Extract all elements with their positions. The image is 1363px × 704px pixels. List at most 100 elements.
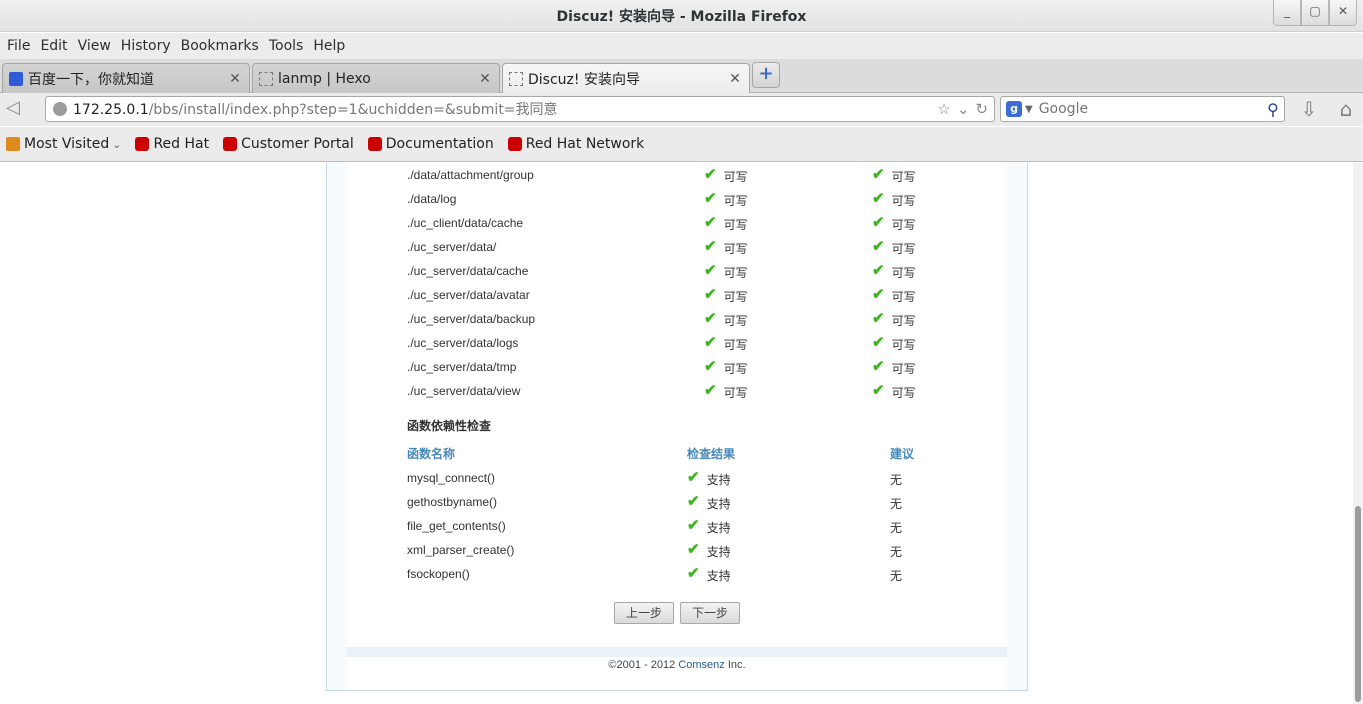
menu-edit[interactable]: Edit [35, 38, 72, 54]
check-icon: ✔ [704, 189, 717, 207]
search-icon[interactable]: ⚲ [1262, 100, 1284, 119]
function-result: ✔ 支持 [687, 516, 731, 536]
dir-row: ./data/attachment/group ✔ 可写 ✔ 可写 [407, 164, 967, 188]
google-icon[interactable]: g [1006, 101, 1022, 117]
function-advice: 无 [890, 569, 903, 583]
maximize-button[interactable]: ▢ [1301, 0, 1329, 26]
url-text[interactable]: 172.25.0.1/bbs/install/index.php?step=1&… [73, 99, 937, 119]
function-name: gethostbyname() [407, 495, 498, 509]
new-tab-button[interactable]: + [752, 62, 780, 88]
install-panel: ./data/attachment/group ✔ 可写 ✔ 可写 ./data/l… [326, 163, 1028, 691]
redhat-icon [223, 137, 238, 151]
dir-row: ./uc_server/data/cache ✔ 可写 ✔ 可写 [407, 260, 967, 284]
search-input[interactable] [1038, 101, 1262, 117]
check-icon: ✔ [687, 492, 700, 510]
url-host: 172.25.0.1 [73, 102, 149, 118]
bookmark-label: Customer Portal [241, 136, 354, 152]
dir-status-required: ✔ 可写 [872, 309, 916, 329]
check-icon: ✔ [687, 564, 700, 582]
back-arrow-icon[interactable]: ◁ [6, 98, 32, 120]
dir-path: ./uc_server/data/avatar [407, 288, 530, 302]
function-advice: 无 [890, 545, 903, 559]
close-tab-icon[interactable]: ✕ [477, 71, 493, 87]
blank-page-icon [509, 72, 523, 86]
tab-hexo[interactable]: lanmp | Hexo ✕ [252, 63, 500, 93]
function-result: ✔ 支持 [687, 564, 731, 584]
vertical-scrollbar[interactable] [1353, 163, 1363, 704]
reload-icon[interactable]: ↻ [975, 100, 988, 118]
window-controls: _ ▢ ✕ [1273, 0, 1357, 26]
url-path: /bbs/install/index.php?step=1&uchidden=&… [148, 102, 558, 118]
tab-bar: 百度一下，你就知道 ✕ lanmp | Hexo ✕ Discuz! 安装向导 … [0, 59, 1363, 94]
chevron-down-icon[interactable]: ⌄ [957, 100, 970, 118]
dir-status-required: ✔ 可写 [872, 333, 916, 353]
dir-status-current: ✔ 可写 [704, 357, 748, 377]
dir-status-required: ✔ 可写 [872, 261, 916, 281]
minimize-button[interactable]: _ [1273, 0, 1301, 26]
globe-icon [53, 102, 67, 116]
function-result: ✔ 支持 [687, 492, 731, 512]
dir-row: ./uc_server/data/backup ✔ 可写 ✔ 可写 [407, 308, 967, 332]
dir-path: ./uc_server/data/cache [407, 264, 529, 278]
check-icon: ✔ [872, 309, 885, 327]
bookmark-customer-portal[interactable]: Customer Portal [223, 136, 354, 152]
folder-icon [6, 137, 20, 151]
redhat-icon [367, 137, 382, 151]
check-icon: ✔ [872, 285, 885, 303]
bookmark-star-icon[interactable]: ☆ [937, 100, 950, 118]
bookmark-red-hat[interactable]: Red Hat [135, 136, 209, 152]
dir-row: ./uc_server/data/view ✔ 可写 ✔ 可写 [407, 380, 967, 404]
menu-tools[interactable]: Tools [264, 38, 309, 54]
check-icon: ✔ [687, 516, 700, 534]
redhat-icon [135, 137, 150, 151]
prev-step-button[interactable]: 上一步 [614, 602, 674, 624]
url-bar[interactable]: 172.25.0.1/bbs/install/index.php?step=1&… [45, 96, 995, 122]
menu-view[interactable]: View [73, 38, 116, 54]
bookmark-documentation[interactable]: Documentation [367, 136, 494, 152]
check-icon: ✔ [872, 213, 885, 231]
scrollbar-thumb[interactable] [1355, 506, 1361, 702]
dir-path: ./uc_server/data/backup [407, 312, 536, 326]
redhat-icon [507, 137, 522, 151]
menu-history[interactable]: History [116, 38, 176, 54]
tab-label: 百度一下，你就知道 [28, 71, 154, 88]
bookmark-most-visited[interactable]: Most Visited ⌄ [6, 136, 121, 152]
bookmark-label: Documentation [385, 136, 494, 152]
bookmark-red-hat-network[interactable]: Red Hat Network [507, 136, 644, 152]
dir-status-required: ✔ 可写 [872, 357, 916, 377]
dir-status-current: ✔ 可写 [704, 165, 748, 185]
menu-file[interactable]: File [2, 38, 35, 54]
check-icon: ✔ [704, 165, 717, 183]
download-icon[interactable]: ⇩ [1296, 97, 1322, 121]
chevron-down-icon[interactable]: ▼ [1025, 104, 1033, 115]
check-result-header: 检查结果 [687, 447, 736, 461]
check-icon: ✔ [704, 213, 717, 231]
comsenz-link[interactable]: Comsenz [678, 659, 724, 671]
navigation-bar: ◁ 172.25.0.1/bbs/install/index.php?step=… [0, 93, 1363, 126]
home-icon[interactable]: ⌂ [1333, 97, 1359, 121]
check-icon: ✔ [704, 381, 717, 399]
dir-status-current: ✔ 可写 [704, 189, 748, 209]
dir-path: ./data/attachment/group [407, 168, 534, 182]
chevron-down-icon: ⌄ [112, 137, 122, 151]
tab-discuz[interactable]: Discuz! 安装向导 ✕ [502, 63, 750, 94]
next-step-button[interactable]: 下一步 [680, 602, 740, 624]
advice-header: 建议 [890, 447, 915, 461]
menu-bar: File Edit View History Bookmarks Tools H… [0, 33, 1363, 59]
copyright-text: ©2001 - 2012 [608, 659, 676, 671]
function-row: xml_parser_create() ✔ 支持 无 [407, 539, 967, 563]
close-tab-icon[interactable]: ✕ [227, 71, 243, 87]
menu-bookmarks[interactable]: Bookmarks [176, 38, 264, 54]
menu-help[interactable]: Help [308, 38, 350, 54]
function-result: ✔ 支持 [687, 468, 731, 488]
function-row: gethostbyname() ✔ 支持 无 [407, 491, 967, 515]
search-bar[interactable]: g ▼ ⚲ [1000, 96, 1285, 122]
page-viewport: ./data/attachment/group ✔ 可写 ✔ 可写 ./data/l… [0, 163, 1353, 704]
tab-baidu[interactable]: 百度一下，你就知道 ✕ [2, 63, 250, 93]
close-window-button[interactable]: ✕ [1329, 0, 1357, 26]
check-icon: ✔ [704, 237, 717, 255]
dir-status-required: ✔ 可写 [872, 381, 916, 401]
function-name: file_get_contents() [407, 519, 506, 533]
close-tab-icon[interactable]: ✕ [727, 71, 743, 87]
dir-status-required: ✔ 可写 [872, 237, 916, 257]
